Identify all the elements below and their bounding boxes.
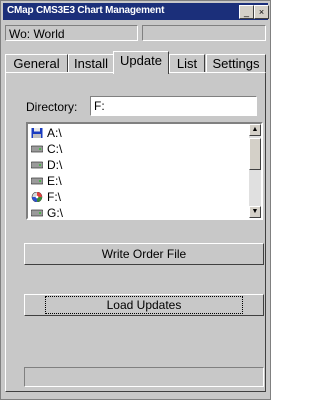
directory-input[interactable] (90, 96, 257, 116)
scroll-down-icon[interactable]: ▼ (249, 206, 261, 218)
scroll-up-icon[interactable]: ▲ (249, 124, 261, 136)
region-status: Wo: World (5, 25, 138, 41)
drive-icon (31, 161, 43, 169)
load-updates-button[interactable]: Load Updates (24, 294, 264, 316)
tab-update[interactable]: Update (113, 51, 169, 74)
scroll-thumb[interactable] (249, 138, 261, 170)
secondary-status (142, 25, 266, 41)
drive-icon (31, 177, 43, 185)
directory-label: Directory: (26, 100, 78, 114)
tab-list[interactable]: List (169, 54, 205, 73)
update-panel (5, 72, 266, 392)
status-row: Wo: World (5, 25, 266, 43)
tab-install[interactable]: Install (68, 54, 114, 73)
tab-settings[interactable]: Settings (206, 54, 266, 73)
drive-icon (31, 145, 43, 153)
window-title: CMap CMS3E3 Chart Management (7, 5, 165, 16)
footer-status-box (24, 367, 264, 387)
chart-management-window: CMap CMS3E3 Chart Management _ × Wo: Wor… (0, 0, 271, 400)
tab-strip: General Install Update List Settings (5, 51, 266, 74)
drive-list[interactable]: A:\ C:\ D:\ E:\ F:\ G:\ ▲ ▼ (26, 122, 263, 220)
close-button[interactable]: × (254, 5, 269, 19)
drive-list-scrollbar[interactable]: ▲ ▼ (249, 124, 261, 218)
title-bar[interactable]: CMap CMS3E3 Chart Management _ × (3, 3, 269, 20)
tab-general[interactable]: General (5, 54, 68, 73)
drive-icon (31, 209, 43, 217)
floppy-icon (31, 128, 43, 138)
minimize-button[interactable]: _ (239, 5, 254, 19)
write-order-file-button[interactable]: Write Order File (24, 243, 264, 265)
cdrom-icon (31, 192, 43, 202)
